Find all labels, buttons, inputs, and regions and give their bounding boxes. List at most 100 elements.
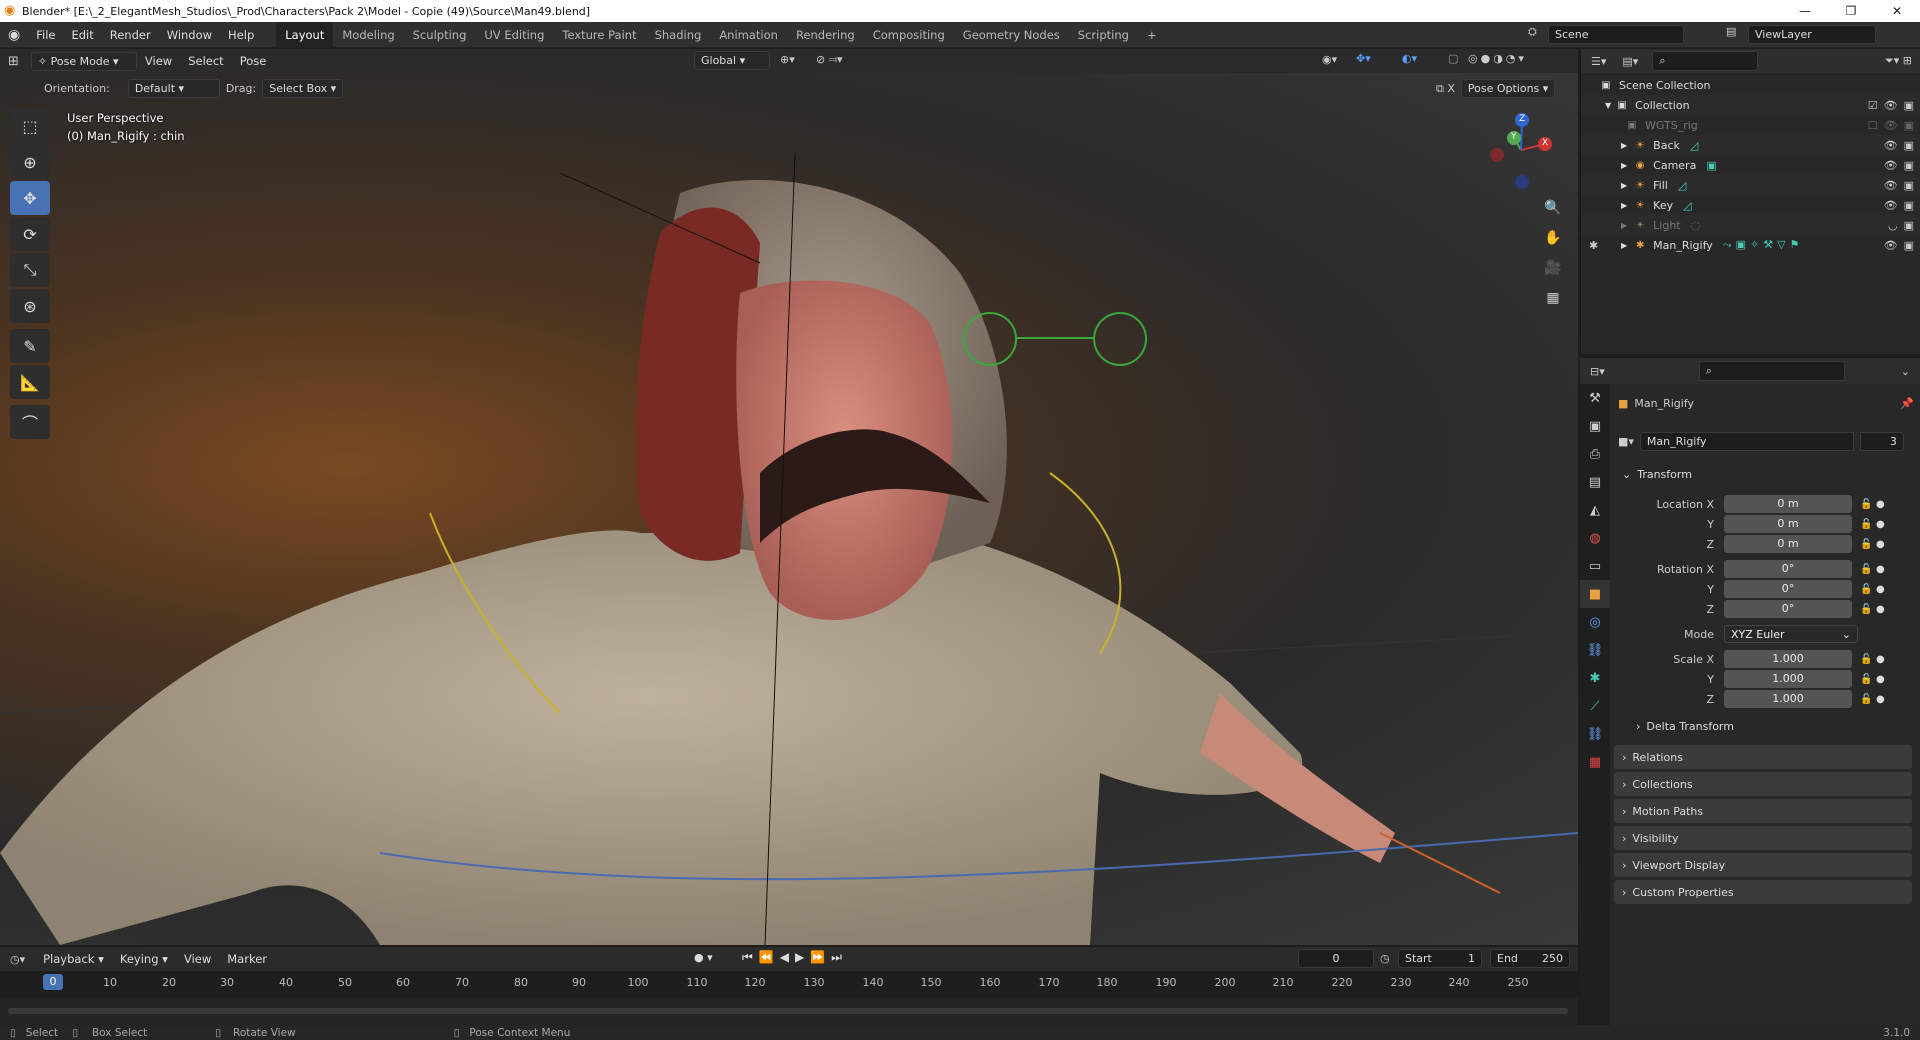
start-frame-field[interactable]: Start 1 <box>1398 949 1482 968</box>
lock-icon[interactable]: 🔓 <box>1860 674 1876 685</box>
view-layer-tab-icon[interactable]: ▤ <box>1580 468 1610 496</box>
expand-icon[interactable]: ▶ <box>1621 141 1627 150</box>
expand-icon[interactable]: ▶ <box>1621 181 1627 190</box>
outliner-item-fill[interactable]: ▶ ☀ Fill ◿ 👁 ▣ <box>1581 175 1920 195</box>
options-chevron-icon[interactable]: ⌄ <box>1901 365 1920 378</box>
pin-icon[interactable]: 📌 <box>1900 397 1914 410</box>
blender-menu-icon[interactable]: ◉ <box>0 27 28 43</box>
row-toggles[interactable]: 👁 ▣ <box>1884 159 1914 172</box>
menu-marker[interactable]: Marker <box>219 946 275 972</box>
eye-icon[interactable]: 👁 <box>1884 179 1898 192</box>
outliner-editor-icon[interactable]: ☰▾ <box>1581 55 1616 68</box>
camera-icon[interactable]: ▣ <box>1904 139 1914 152</box>
keyframe-dot-icon[interactable]: ● <box>1876 584 1885 595</box>
outliner-item-camera[interactable]: ▶ ◉ Camera ▣ 👁 ▣ <box>1581 155 1920 175</box>
outliner-item-man-rigify[interactable]: ▶ ✱ Man_Rigify ⤳▣✧⚒▽⚑ 👁 ▣ <box>1581 235 1920 255</box>
cursor-tool[interactable]: ⊕ <box>10 145 50 179</box>
lock-icon[interactable]: 🔓 <box>1860 604 1876 615</box>
tab-rendering[interactable]: Rendering <box>787 22 864 48</box>
transform-orientation-dropdown[interactable]: Global ▾ <box>694 51 770 70</box>
record-icon[interactable]: ● ▾ <box>694 951 713 964</box>
tab-compositing[interactable]: Compositing <box>864 22 954 48</box>
keyframe-dot-icon[interactable]: ● <box>1876 654 1885 665</box>
bone-constraints-tab-icon[interactable]: ⛓ <box>1580 720 1610 748</box>
rotation-y-field[interactable]: 0° <box>1724 580 1852 598</box>
pan-hand-icon[interactable]: ✋ <box>1540 225 1566 251</box>
eye-icon[interactable]: 👁 <box>1884 99 1898 112</box>
end-frame-field[interactable]: End 250 <box>1490 949 1570 968</box>
xray-icon[interactable]: ▢ <box>1448 52 1458 65</box>
eye-icon[interactable]: 👁 <box>1884 119 1898 132</box>
datablock-name-field[interactable]: Man_Rigify <box>1639 431 1854 451</box>
menu-timeline-view[interactable]: View <box>176 946 219 972</box>
row-toggles[interactable]: 👁 ▣ <box>1884 179 1914 192</box>
keyframe-dot-icon[interactable]: ● <box>1876 519 1885 530</box>
rotation-x-field[interactable]: 0° <box>1724 560 1852 578</box>
eye-icon[interactable]: 👁 <box>1884 159 1898 172</box>
editor-type-icon[interactable]: ⊞ <box>0 54 27 69</box>
ortho-grid-icon[interactable]: ▦ <box>1540 285 1566 311</box>
outliner-search-input[interactable]: ⌕ <box>1652 51 1759 71</box>
tool-tab-icon[interactable]: ⚒ <box>1580 384 1610 412</box>
camera-view-icon[interactable]: 🎥 <box>1540 255 1566 281</box>
timeline-scrollbar[interactable] <box>8 1008 1568 1014</box>
lock-icon[interactable]: 🔓 <box>1860 584 1876 595</box>
mode-selector[interactable]: ✧ Pose Mode ▾ <box>30 51 137 71</box>
camera-icon[interactable]: ▣ <box>1904 99 1914 112</box>
location-x-field[interactable]: 0 m <box>1724 495 1852 513</box>
checkbox-icon[interactable]: ☑ <box>1868 99 1878 112</box>
transform-tool[interactable]: ⊛ <box>10 289 50 323</box>
lock-icon[interactable]: 🔓 <box>1860 654 1876 665</box>
custom-properties-panel[interactable]: › Custom Properties <box>1614 880 1912 904</box>
tab-shading[interactable]: Shading <box>646 22 711 48</box>
maximize-button[interactable]: ❐ <box>1828 0 1874 22</box>
expand-icon[interactable]: ▶ <box>1621 201 1627 210</box>
expand-icon[interactable]: ▶ <box>1621 241 1627 250</box>
lock-icon[interactable]: 🔓 <box>1860 519 1876 530</box>
rotate-tool[interactable]: ⟳ <box>10 217 50 251</box>
outliner-item-light[interactable]: ▶ ☀ Light ◌ ◡ ▣ <box>1581 215 1920 235</box>
object-tab-icon[interactable]: ■ <box>1580 580 1610 608</box>
minimize-button[interactable]: — <box>1782 0 1828 22</box>
snap-icon[interactable]: ⊘ ⫤▾ <box>816 53 843 67</box>
delta-transform-subpanel[interactable]: › Delta Transform <box>1636 720 1734 733</box>
relations-panel[interactable]: › Relations <box>1614 745 1912 769</box>
camera-icon[interactable]: ▣ <box>1904 179 1914 192</box>
checkbox-icon[interactable]: ☐ <box>1868 119 1878 132</box>
collection-tab-icon[interactable]: ▭ <box>1580 552 1610 580</box>
eye-icon[interactable]: 👁 <box>1884 199 1898 212</box>
lock-icon[interactable]: 🔓 <box>1860 564 1876 575</box>
rotation-mode-dropdown[interactable]: XYZ Euler ⌄ <box>1724 625 1858 643</box>
row-toggles[interactable]: ☐ 👁 ▣ <box>1868 119 1914 132</box>
view-layer-selector[interactable]: ViewLayer <box>1748 25 1876 44</box>
menu-pose[interactable]: Pose <box>232 48 275 74</box>
scene-tab-icon[interactable]: ◭ <box>1580 496 1610 524</box>
viewport-display-panel[interactable]: › Viewport Display <box>1614 853 1912 877</box>
tab-sculpting[interactable]: Sculpting <box>404 22 476 48</box>
move-tool[interactable]: ✥ <box>10 181 50 215</box>
orientation-dropdown[interactable]: Default ▾ <box>127 78 220 98</box>
tab-modeling[interactable]: Modeling <box>333 22 403 48</box>
tab-scripting[interactable]: Scripting <box>1069 22 1138 48</box>
row-toggles[interactable]: 👁 ▣ <box>1884 199 1914 212</box>
location-y-field[interactable]: 0 m <box>1724 515 1852 533</box>
mirror-icon[interactable]: ⧉ X <box>1436 82 1455 96</box>
relax-tool[interactable]: ⌒ <box>10 405 50 439</box>
current-frame-field[interactable]: 0 <box>1298 949 1374 968</box>
camera-icon[interactable]: ▣ <box>1904 159 1914 172</box>
menu-keying[interactable]: Keying ▾ <box>112 946 176 972</box>
outliner-item-back[interactable]: ▶ ☀ Back ◿ 👁 ▣ <box>1581 135 1920 155</box>
render-tab-icon[interactable]: ▣ <box>1580 412 1610 440</box>
camera-icon[interactable]: ▣ <box>1904 119 1914 132</box>
keyframe-dot-icon[interactable]: ● <box>1876 564 1885 575</box>
physics-tab-icon[interactable]: ◎ <box>1580 608 1610 636</box>
close-button[interactable]: ✕ <box>1874 0 1920 22</box>
row-toggles[interactable]: ☑ 👁 ▣ <box>1868 99 1914 112</box>
datablock-browse-icon[interactable]: ■▾ <box>1618 435 1634 448</box>
eye-icon[interactable]: 👁 <box>1884 239 1898 252</box>
scale-tool[interactable]: ⤡ <box>10 253 50 287</box>
camera-icon[interactable]: ▣ <box>1904 219 1914 232</box>
timeline-editor-icon[interactable]: ◷▾ <box>0 953 35 966</box>
keyframe-dot-icon[interactable]: ● <box>1876 539 1885 550</box>
pivot-icon[interactable]: ⊕▾ <box>780 53 795 66</box>
